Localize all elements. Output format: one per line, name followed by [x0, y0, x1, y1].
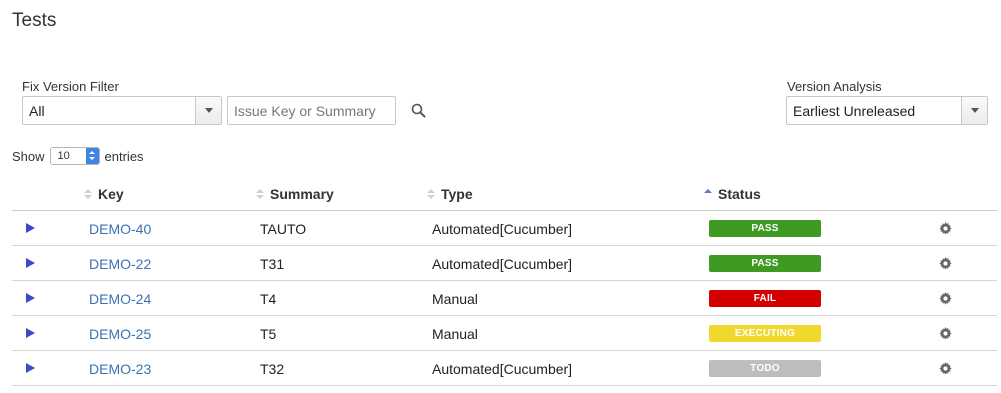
sort-icon — [427, 189, 435, 199]
fix-version-select[interactable]: All — [22, 96, 222, 125]
column-summary-label: Summary — [270, 186, 334, 202]
entries-label: entries — [104, 148, 144, 164]
gear-icon[interactable] — [939, 327, 952, 340]
status-badge: FAIL — [709, 290, 821, 307]
issue-key-link[interactable]: DEMO-24 — [89, 291, 151, 307]
status-badge: EXECUTING — [709, 325, 821, 342]
column-key-label: Key — [98, 186, 124, 202]
issue-key-link[interactable]: DEMO-22 — [89, 256, 151, 272]
summary-cell: T32 — [260, 361, 285, 377]
chevron-down-icon[interactable] — [195, 97, 221, 124]
column-header-type[interactable]: Type — [427, 186, 473, 202]
sort-icon — [256, 189, 264, 199]
summary-cell: T5 — [260, 326, 277, 342]
table-row: DEMO-23 T32 Automated[Cucumber] TODO — [12, 351, 997, 386]
summary-cell: T31 — [260, 256, 285, 272]
gear-icon[interactable] — [939, 257, 952, 270]
table-header: Key Summary Type Status — [12, 176, 997, 211]
expand-arrow-icon[interactable] — [26, 223, 35, 233]
table-row: DEMO-40 TAUTO Automated[Cucumber] PASS — [12, 211, 997, 246]
table-row: DEMO-24 T4 Manual FAIL — [12, 281, 997, 316]
gear-icon[interactable] — [939, 292, 952, 305]
column-status-label: Status — [718, 186, 761, 202]
page-title: Tests — [12, 10, 57, 31]
expand-arrow-icon[interactable] — [26, 363, 35, 373]
fix-version-value: All — [29, 102, 45, 119]
expand-arrow-icon[interactable] — [26, 293, 35, 303]
column-header-summary[interactable]: Summary — [256, 186, 334, 202]
type-cell: Automated[Cucumber] — [432, 221, 573, 237]
search-icon[interactable] — [410, 102, 428, 120]
column-type-label: Type — [441, 186, 473, 202]
summary-cell: T4 — [260, 291, 277, 307]
expand-arrow-icon[interactable] — [26, 258, 35, 268]
issue-key-link[interactable]: DEMO-40 — [89, 221, 151, 237]
gear-icon[interactable] — [939, 222, 952, 235]
column-header-status[interactable]: Status — [704, 186, 761, 202]
tests-table: Key Summary Type Status DEMO-40 TAUTO Au… — [12, 176, 997, 386]
show-label: Show — [12, 148, 45, 164]
entries-select[interactable]: 10 — [49, 147, 100, 165]
status-badge: PASS — [709, 220, 821, 237]
status-badge: TODO — [709, 360, 821, 377]
column-header-key[interactable]: Key — [84, 186, 124, 202]
gear-icon[interactable] — [939, 362, 952, 375]
fix-version-label: Fix Version Filter — [22, 79, 119, 94]
sort-icon — [84, 189, 92, 199]
expand-arrow-icon[interactable] — [26, 328, 35, 338]
type-cell: Manual — [432, 326, 478, 342]
version-analysis-value: Earliest Unreleased — [793, 102, 916, 119]
sort-asc-icon — [704, 189, 712, 199]
length-control: Show 10 entries — [12, 147, 144, 165]
summary-cell: TAUTO — [260, 221, 307, 237]
table-row: DEMO-22 T31 Automated[Cucumber] PASS — [12, 246, 997, 281]
issue-key-link[interactable]: DEMO-25 — [89, 326, 151, 342]
issue-key-link[interactable]: DEMO-23 — [89, 361, 151, 377]
version-analysis-label: Version Analysis — [787, 79, 882, 94]
search-input[interactable] — [227, 96, 396, 125]
entries-value: 10 — [57, 150, 70, 162]
stepper-icon[interactable] — [85, 148, 99, 164]
chevron-down-icon[interactable] — [961, 97, 987, 124]
version-analysis-select[interactable]: Earliest Unreleased — [786, 96, 988, 125]
status-badge: PASS — [709, 255, 821, 272]
type-cell: Manual — [432, 291, 478, 307]
table-row: DEMO-25 T5 Manual EXECUTING — [12, 316, 997, 351]
type-cell: Automated[Cucumber] — [432, 256, 573, 272]
type-cell: Automated[Cucumber] — [432, 361, 573, 377]
